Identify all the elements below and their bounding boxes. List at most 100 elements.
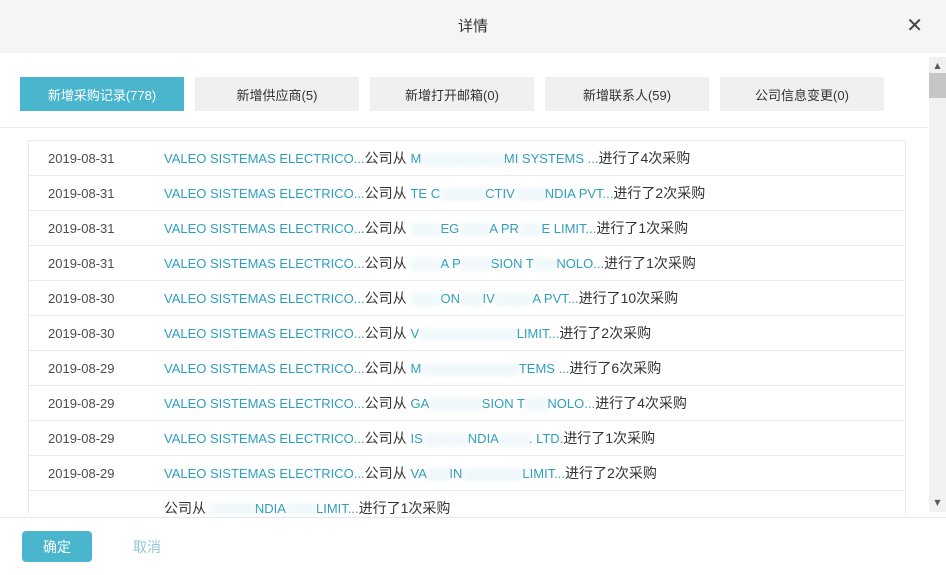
- supplier-name-segment: IV: [483, 291, 495, 306]
- supplier-name: GA▒▒▒▒▒▒▒SION T▒▒▒NOLO...: [410, 396, 595, 411]
- confirm-button[interactable]: 确定: [22, 531, 92, 562]
- record-row: 公司从 ▒▒▒▒▒▒NDIA▒▒▒▒LIMIT...进行了1次采购: [29, 491, 905, 514]
- company-link[interactable]: VALEO SISTEMAS ELECTRICO...: [164, 396, 365, 411]
- record-date: 2019-08-29: [29, 431, 164, 446]
- tab-3[interactable]: 新增联系人(59): [545, 77, 709, 111]
- supplier-name-segment: LIMIT...: [522, 466, 565, 481]
- supplier-redacted-segment: ▒▒▒▒▒▒▒▒▒▒▒▒▒: [421, 362, 519, 376]
- tab-0[interactable]: 新增采购记录(778): [20, 77, 184, 111]
- company-link[interactable]: VALEO SISTEMAS ELECTRICO...: [164, 291, 365, 306]
- modal-footer: 确定 取消: [0, 517, 946, 575]
- supplier-name: M▒▒▒▒▒▒▒▒▒▒▒▒▒TEMS ...: [410, 361, 569, 376]
- supplier-redacted-segment: ▒▒▒▒: [459, 222, 489, 236]
- supplier-name-segment: SION T: [482, 396, 525, 411]
- record-date: 2019-08-31: [29, 256, 164, 271]
- supplier-name-segment: ON: [441, 291, 461, 306]
- supplier-name-segment: GA: [410, 396, 429, 411]
- record-prefix: 公司从: [365, 360, 411, 376]
- supplier-name: ▒▒▒▒▒▒NDIA▒▒▒▒LIMIT...: [210, 501, 359, 514]
- record-text: VALEO SISTEMAS ELECTRICO...公司从 M▒▒▒▒▒▒▒▒…: [164, 358, 905, 378]
- supplier-redacted-segment: ▒▒▒: [460, 292, 483, 306]
- record-action: 进行了2次采购: [613, 185, 705, 201]
- company-link[interactable]: VALEO SISTEMAS ELECTRICO...: [164, 466, 365, 481]
- supplier-redacted-segment: ▒▒▒▒▒▒: [423, 432, 468, 446]
- supplier-name-segment: M: [410, 151, 421, 166]
- supplier-name: V▒▒▒▒▒▒▒▒▒▒▒▒▒LIMIT...: [410, 326, 559, 341]
- tab-4[interactable]: 公司信息变更(0): [720, 77, 884, 111]
- record-action: 进行了1次采购: [563, 430, 655, 446]
- record-action: 进行了4次采购: [595, 395, 687, 411]
- record-prefix: 公司从: [365, 465, 411, 481]
- record-prefix: 公司从: [365, 220, 411, 236]
- supplier-name-segment: CTIV: [485, 186, 515, 201]
- record-action: 进行了2次采购: [559, 325, 651, 341]
- company-link[interactable]: VALEO SISTEMAS ELECTRICO...: [164, 221, 365, 236]
- record-date: 2019-08-29: [29, 466, 164, 481]
- supplier-name-segment: NDIA: [468, 431, 499, 446]
- supplier-name: M▒▒▒▒▒▒▒▒▒▒▒MI SYSTEMS ...: [410, 151, 598, 166]
- company-link[interactable]: VALEO SISTEMAS ELECTRICO...: [164, 186, 365, 201]
- record-action: 进行了10次采购: [579, 290, 679, 306]
- record-prefix: 公司从: [365, 325, 411, 341]
- tab-label: 新增采购记录(778): [48, 85, 156, 104]
- tab-1[interactable]: 新增供应商(5): [195, 77, 359, 111]
- close-icon[interactable]: ✕: [906, 15, 923, 35]
- tab-2[interactable]: 新增打开邮箱(0): [370, 77, 534, 111]
- supplier-redacted-segment: ▒▒▒▒▒▒▒: [429, 397, 482, 411]
- supplier-name-segment: MI SYSTEMS ...: [504, 151, 599, 166]
- supplier-name-segment: VA: [410, 466, 426, 481]
- record-row: 2019-08-29 VALEO SISTEMAS ELECTRICO...公司…: [29, 386, 905, 421]
- record-prefix: 公司从: [365, 395, 411, 411]
- record-text: VALEO SISTEMAS ELECTRICO...公司从 ▒▒▒▒ON▒▒▒…: [164, 288, 905, 308]
- supplier-name-segment: . LTD.: [529, 431, 563, 446]
- modal-title: 详情: [0, 0, 946, 53]
- supplier-redacted-segment: ▒▒▒▒: [499, 432, 529, 446]
- record-text: VALEO SISTEMAS ELECTRICO...公司从 GA▒▒▒▒▒▒▒…: [164, 393, 905, 413]
- cancel-button[interactable]: 取消: [127, 536, 167, 558]
- supplier-redacted-segment: ▒▒▒▒: [410, 222, 440, 236]
- record-text: VALEO SISTEMAS ELECTRICO...公司从 TE C▒▒▒▒▒…: [164, 183, 905, 203]
- supplier-name: IS▒▒▒▒▒▒NDIA▒▒▒▒. LTD.: [410, 431, 563, 446]
- company-link[interactable]: VALEO SISTEMAS ELECTRICO...: [164, 361, 365, 376]
- record-action: 进行了1次采购: [596, 220, 688, 236]
- supplier-name-segment: A PR: [489, 221, 519, 236]
- supplier-redacted-segment: ▒▒▒▒: [515, 187, 545, 201]
- supplier-name-segment: IN: [449, 466, 462, 481]
- record-date: 2019-08-30: [29, 326, 164, 341]
- record-date: 2019-08-31: [29, 151, 164, 166]
- record-date: 2019-08-30: [29, 291, 164, 306]
- vertical-scrollbar[interactable]: ▲ ▼: [929, 57, 946, 512]
- company-link[interactable]: VALEO SISTEMAS ELECTRICO...: [164, 431, 365, 446]
- record-row: 2019-08-29 VALEO SISTEMAS ELECTRICO...公司…: [29, 421, 905, 456]
- supplier-redacted-segment: ▒▒▒▒▒▒▒▒▒▒▒: [421, 152, 504, 166]
- record-text: VALEO SISTEMAS ELECTRICO...公司从 ▒▒▒▒A P▒▒…: [164, 253, 905, 273]
- supplier-redacted-segment: ▒▒▒: [525, 397, 548, 411]
- record-row: 2019-08-31 VALEO SISTEMAS ELECTRICO...公司…: [29, 211, 905, 246]
- supplier-redacted-segment: ▒▒▒▒: [461, 257, 491, 271]
- scroll-up-icon[interactable]: ▲: [929, 59, 946, 73]
- company-link[interactable]: VALEO SISTEMAS ELECTRICO...: [164, 326, 365, 341]
- supplier-name: ▒▒▒▒EG▒▒▒▒A PR▒▒▒E LIMIT...: [410, 221, 596, 236]
- supplier-redacted-segment: ▒▒▒▒: [410, 257, 440, 271]
- scrollbar-thumb[interactable]: [929, 73, 946, 98]
- supplier-name-segment: A P: [441, 256, 461, 271]
- record-action: 进行了2次采购: [565, 465, 657, 481]
- record-row: 2019-08-30 VALEO SISTEMAS ELECTRICO...公司…: [29, 316, 905, 351]
- supplier-name-segment: V: [410, 326, 419, 341]
- record-date: 2019-08-31: [29, 186, 164, 201]
- supplier-redacted-segment: ▒▒▒: [534, 257, 557, 271]
- record-row: 2019-08-31 VALEO SISTEMAS ELECTRICO...公司…: [29, 246, 905, 281]
- record-prefix: 公司从: [365, 290, 411, 306]
- supplier-redacted-segment: ▒▒▒▒▒: [495, 292, 533, 306]
- supplier-name-segment: LIMIT...: [316, 501, 359, 514]
- record-prefix: 公司从: [365, 185, 411, 201]
- supplier-name-segment: EG: [441, 221, 460, 236]
- record-text: VALEO SISTEMAS ELECTRICO...公司从 M▒▒▒▒▒▒▒▒…: [164, 148, 905, 168]
- record-text: VALEO SISTEMAS ELECTRICO...公司从 IS▒▒▒▒▒▒N…: [164, 428, 905, 448]
- record-row: 2019-08-31 VALEO SISTEMAS ELECTRICO...公司…: [29, 141, 905, 176]
- tabs-separator: [0, 127, 928, 128]
- scroll-down-icon[interactable]: ▼: [929, 496, 946, 510]
- record-text: 公司从 ▒▒▒▒▒▒NDIA▒▒▒▒LIMIT...进行了1次采购: [164, 498, 905, 514]
- company-link[interactable]: VALEO SISTEMAS ELECTRICO...: [164, 151, 365, 166]
- company-link[interactable]: VALEO SISTEMAS ELECTRICO...: [164, 256, 365, 271]
